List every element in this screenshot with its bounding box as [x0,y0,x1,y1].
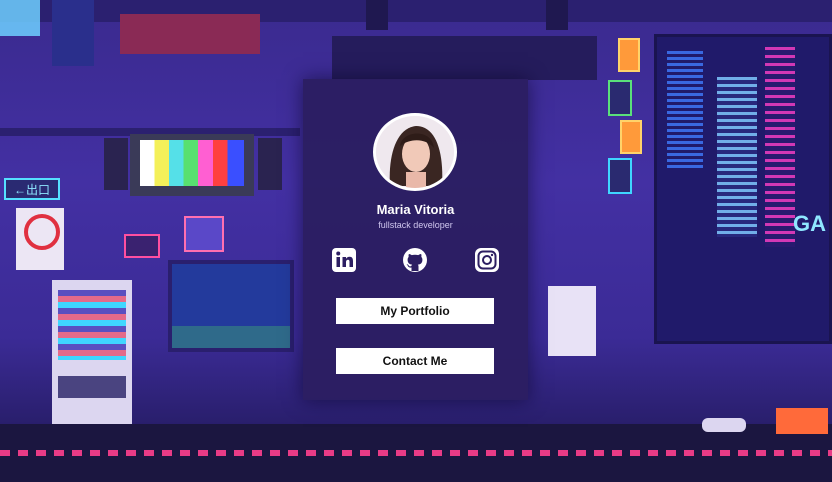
anime-poster [184,216,224,252]
exit-sign: ←出口 [4,178,60,200]
profile-name: Maria Vitoria [376,202,455,217]
lantern [620,120,642,154]
lantern [608,158,632,194]
avatar-photo [376,116,454,188]
window [0,0,40,36]
my-portfolio-button[interactable]: My Portfolio [336,298,494,324]
aquarium [168,260,294,352]
linkedin-link[interactable] [330,246,358,274]
github-icon [403,248,427,272]
television [130,134,254,196]
vending-machine [52,280,132,428]
avatar [373,113,457,191]
speaker [366,0,388,30]
lantern [618,38,640,72]
pipe [332,36,597,80]
speaker [258,138,282,190]
crate [776,408,828,434]
linkedin-icon [332,248,356,272]
lantern [608,80,632,116]
instagram-icon [475,248,499,272]
floor-stripe [0,450,832,456]
building-wall [52,0,94,66]
heart-sign [124,234,160,258]
instagram-link[interactable] [473,246,501,274]
profile-role: fullstack developer [378,220,453,230]
speaker [104,138,128,190]
poster [16,208,64,270]
github-link[interactable] [401,246,429,274]
sofa [120,14,260,54]
neon-shop-sign: GA [793,211,826,236]
contact-me-button[interactable]: Contact Me [336,348,494,374]
city-window: GA [654,34,832,344]
speaker [546,0,568,30]
shop-display [548,286,596,356]
cat [702,418,746,432]
